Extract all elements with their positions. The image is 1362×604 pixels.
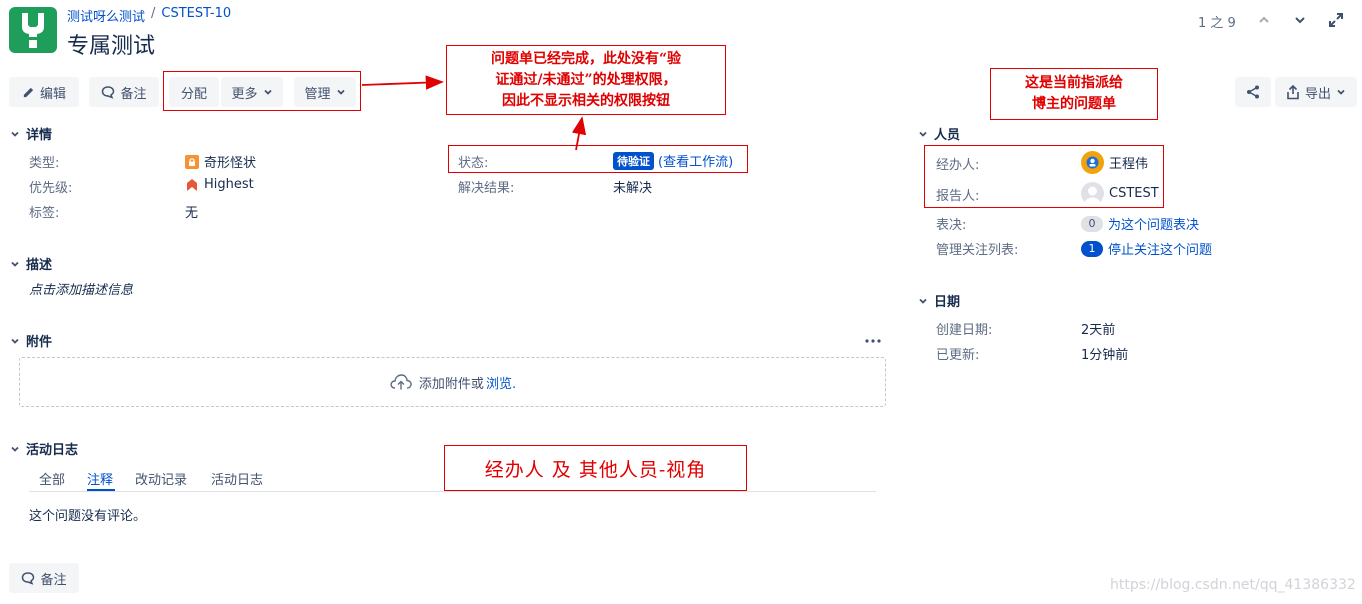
resolution-label: 解决结果: (458, 181, 515, 196)
status-highlight-box (448, 145, 748, 173)
comment-icon (22, 572, 35, 585)
assignee-value[interactable]: 王程伟 (1081, 151, 1148, 174)
type-label: 类型: (29, 156, 60, 171)
tabs-divider (29, 491, 876, 492)
chevron-down-icon (919, 131, 927, 137)
attachments-heading[interactable]: 附件 (10, 331, 52, 350)
priority-value-text: Highest (204, 177, 254, 192)
tab-activity[interactable]: 活动日志 (211, 469, 263, 488)
votes-label: 表决: (936, 218, 967, 233)
created-label: 创建日期: (936, 323, 993, 338)
arrow-to-note (361, 75, 444, 90)
dropzone-text: 添加附件或 (418, 376, 484, 392)
chevron-down-icon (919, 298, 927, 304)
priority-value: Highest (185, 177, 254, 192)
assignee-label: 经办人: (936, 158, 980, 173)
dates-heading-label: 日期 (934, 295, 961, 310)
labels-label: 标签: (29, 206, 60, 221)
description-placeholder[interactable]: 点击添加描述信息 (29, 279, 133, 298)
priority-label: 优先级: (29, 181, 73, 196)
description-heading-label: 描述 (26, 258, 53, 273)
avatar (1081, 182, 1104, 205)
reporter-value[interactable]: CSTEST (1081, 182, 1159, 205)
details-heading-label: 详情 (26, 128, 53, 143)
description-heading[interactable]: 描述 (10, 254, 52, 273)
activity-heading[interactable]: 活动日志 (10, 439, 78, 458)
people-heading-label: 人员 (934, 128, 961, 143)
created-value: 2天前 (1081, 323, 1116, 338)
chevron-down-icon (11, 446, 19, 452)
votes-count-badge: 0 (1081, 215, 1103, 232)
cloud-upload-icon (390, 374, 412, 390)
tab-history[interactable]: 改动记录 (135, 469, 187, 488)
priority-highest-icon (187, 178, 197, 191)
resolution-value: 未解决 (613, 181, 653, 196)
tab-all[interactable]: 全部 (39, 469, 65, 488)
reporter-label: 报告人: (936, 189, 980, 204)
updated-value: 1分钟前 (1081, 348, 1129, 363)
more-dots-icon (865, 339, 881, 343)
labels-value[interactable]: 无 (185, 202, 198, 221)
attachments-more-button[interactable] (864, 334, 882, 346)
watchers-count-badge: 1 (1081, 240, 1103, 257)
votes-value: 0 为这个问题表决 (1081, 214, 1199, 233)
type-value-text: 奇形怪状 (204, 156, 257, 171)
no-comments-text: 这个问题没有评论。 (29, 509, 147, 524)
avatar (1081, 151, 1104, 174)
type-value: 奇形怪状 (185, 152, 256, 171)
attachments-heading-label: 附件 (26, 335, 53, 350)
bottom-comment-button[interactable]: 备注 (9, 563, 79, 593)
stop-watching-link[interactable]: 停止关注这个问题 (1108, 239, 1212, 258)
vote-link[interactable]: 为这个问题表决 (1108, 214, 1199, 233)
annotation-arrows (361, 75, 587, 151)
watermark: https://blog.csdn.net/qq_41386332 (1110, 577, 1356, 593)
tab-comments[interactable]: 注释 (87, 469, 113, 488)
updated-label: 已更新: (936, 348, 980, 363)
reporter-name: CSTEST (1109, 186, 1159, 201)
activity-heading-label: 活动日志 (26, 443, 79, 458)
watchers-label: 管理关注列表: (936, 243, 1019, 258)
chevron-down-icon (11, 261, 19, 267)
attachment-dropzone[interactable]: 添加附件或 浏览. (19, 357, 886, 407)
bottom-comment-button-label: 备注 (40, 572, 67, 588)
chevron-down-icon (11, 338, 19, 344)
browse-link[interactable]: 浏览. (486, 373, 516, 392)
people-heading[interactable]: 人员 (918, 124, 960, 143)
dates-heading[interactable]: 日期 (918, 291, 960, 310)
issue-type-icon (185, 154, 199, 169)
watchers-value: 1 停止关注这个问题 (1081, 239, 1212, 258)
chevron-down-icon (11, 131, 19, 137)
details-heading[interactable]: 详情 (10, 124, 52, 143)
assignee-name: 王程伟 (1109, 157, 1149, 172)
